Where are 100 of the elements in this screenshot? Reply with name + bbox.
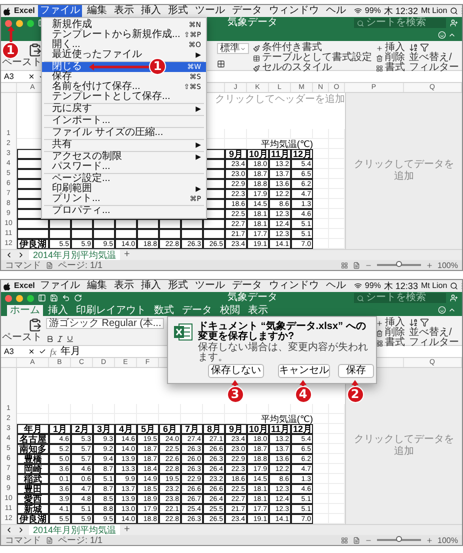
grid-cell[interactable]: 年月: [17, 424, 49, 434]
ribbon-tab[interactable]: 数式: [151, 305, 177, 316]
app-menu[interactable]: Excel: [14, 6, 35, 16]
header-cell: 1月: [52, 424, 67, 434]
clock[interactable]: 木 12:32: [384, 6, 418, 16]
menu-bar-item[interactable]: 編集: [84, 280, 109, 292]
row-label: 豊田: [24, 484, 42, 494]
menu-bar-item[interactable]: データ: [230, 280, 264, 292]
header-cell: 2月: [74, 424, 89, 434]
grid-cell[interactable]: 1月: [49, 424, 71, 434]
ribbon-command[interactable]: 挿入: [385, 43, 405, 53]
mode-label: コマンド: [5, 260, 41, 270]
page-label: ページ: 1/1: [58, 260, 103, 270]
menu-item[interactable]: パスワード...: [42, 162, 206, 172]
menu-bar-item[interactable]: ファイル: [38, 280, 82, 292]
search-field[interactable]: シートを検索: [354, 293, 446, 303]
ribbon-tab[interactable]: 印刷レイアウト: [73, 305, 149, 316]
menu-item[interactable]: プロパティ...: [42, 206, 206, 216]
ribbon-tab[interactable]: データ: [179, 305, 215, 316]
ribbon-tab[interactable]: 挿入: [45, 305, 71, 316]
sheet-tab[interactable]: 2014年月別平均気温: [29, 525, 120, 535]
menu-bar-item[interactable]: ウィンドウ: [266, 280, 321, 292]
grid-cell[interactable]: 南知多: [17, 444, 49, 454]
dialog-message: 保存しない場合は、変更内容が失われます。: [198, 343, 369, 363]
grid-cell[interactable]: 新城: [17, 504, 49, 514]
menu-item[interactable]: テンプレートとして保存...: [42, 92, 206, 102]
dialog-button[interactable]: 保存しない: [208, 364, 264, 378]
paste-label[interactable]: ペースト: [2, 333, 42, 343]
ribbon-command[interactable]: 削除: [385, 53, 405, 63]
menu-item[interactable]: インポート...: [42, 116, 206, 126]
grid-cell[interactable]: 岡崎: [17, 464, 49, 474]
ribbon-command[interactable]: テーブルとして書式設定: [262, 53, 372, 63]
grid-cell[interactable]: 3月: [93, 424, 115, 434]
dialog-button[interactable]: 保存: [338, 364, 374, 378]
user-name[interactable]: Mt Lion: [420, 281, 448, 291]
ribbon-tab[interactable]: 校閲: [217, 305, 243, 316]
menu-bar-item[interactable]: ウィンドウ: [266, 5, 321, 17]
grid-cell[interactable]: 豊田: [17, 484, 49, 494]
row-label: 伊良湖: [20, 514, 46, 524]
zoom-level: 100%: [438, 536, 458, 544]
ribbon-command[interactable]: 挿入: [385, 318, 405, 328]
dialog-button[interactable]: キャンセル: [278, 364, 330, 378]
ribbon-command[interactable]: 書式: [385, 63, 405, 73]
grid-cell[interactable]: 豊橋: [17, 454, 49, 464]
grid-cell[interactable]: 9月: [225, 149, 247, 159]
ribbon-command[interactable]: 条件付き書式: [262, 43, 322, 53]
menu-bar-item[interactable]: 形式: [166, 280, 190, 292]
user-name[interactable]: Mt Lion: [420, 6, 448, 16]
app-menu[interactable]: Excel: [14, 281, 35, 291]
menu-bar-item[interactable]: 形式: [166, 5, 190, 17]
grid-cell[interactable]: 5月: [137, 424, 159, 434]
menu-bar-item[interactable]: データ: [230, 5, 264, 17]
name-box[interactable]: A3: [4, 72, 24, 82]
ribbon-tab[interactable]: 表示: [245, 305, 271, 316]
sheet-tab[interactable]: 2014年月別平均気温: [29, 250, 120, 260]
function-label[interactable]: fx: [50, 346, 56, 356]
name-box[interactable]: A3: [4, 346, 24, 356]
menu-bar-item[interactable]: ツール: [192, 280, 227, 292]
menu-bar-item[interactable]: 編集: [84, 5, 109, 17]
grid-cell[interactable]: 愛西: [17, 494, 49, 504]
header-cell: 9月: [228, 424, 243, 434]
grid-cell[interactable]: 4月: [115, 424, 137, 434]
grid-cell[interactable]: 7月: [181, 424, 203, 434]
grid-cell[interactable]: 名古屋: [17, 434, 49, 444]
sort-filter-label[interactable]: 並べ替え/フィルター: [409, 53, 459, 73]
menu-bar-item[interactable]: ヘル: [324, 280, 348, 292]
grid-cell[interactable]: 9月: [225, 424, 247, 434]
menu-item[interactable]: ページ設定...: [42, 174, 206, 184]
menu-bar-item[interactable]: 挿入: [138, 280, 163, 292]
formula-value[interactable]: 年月: [60, 346, 80, 356]
mode-label: コマンド: [5, 536, 41, 544]
menu-item[interactable]: ファイル サイズの圧縮...: [42, 128, 206, 138]
grid-cell[interactable]: 8月: [203, 424, 225, 434]
menu-bar-item[interactable]: 挿入: [138, 5, 163, 17]
menu-bar-item[interactable]: ファイル: [38, 5, 82, 17]
ribbon-command[interactable]: 削除: [385, 328, 405, 338]
header-cell: 8月: [206, 424, 221, 434]
menu-bar-item[interactable]: ヘル: [324, 5, 348, 17]
ribbon-command[interactable]: 書式: [385, 338, 405, 348]
ribbon-command[interactable]: セルのスタイル: [262, 63, 332, 73]
window-title: 気象データ: [227, 293, 278, 303]
window-title: 気象データ: [227, 18, 278, 28]
ribbon-tab[interactable]: ホーム: [7, 305, 43, 316]
search-field[interactable]: シートを検索: [354, 18, 446, 28]
grid-cell[interactable]: 6月: [159, 424, 181, 434]
number-format-field[interactable]: 標準: [217, 43, 249, 54]
add-sheet-button[interactable]: +: [124, 250, 130, 260]
add-sheet-button[interactable]: +: [124, 525, 130, 535]
menu-bar-item[interactable]: ツール: [192, 5, 227, 17]
grid-cell[interactable]: 稲武: [17, 474, 49, 484]
menu-bar-item[interactable]: 表示: [112, 5, 136, 17]
sort-filter-label[interactable]: 並べ替え/フィルター: [409, 328, 459, 348]
row-label: 愛西: [24, 494, 42, 504]
font-field[interactable]: 游ゴシック Regular (本...: [46, 318, 164, 329]
table-caption: 平均気温(℃): [260, 414, 313, 424]
grid-cell[interactable]: 2月: [71, 424, 93, 434]
row-label: 岡崎: [24, 464, 42, 474]
menu-bar-item[interactable]: 表示: [112, 280, 136, 292]
step-number: 3: [226, 386, 244, 403]
clock[interactable]: 木 12:33: [384, 281, 418, 291]
